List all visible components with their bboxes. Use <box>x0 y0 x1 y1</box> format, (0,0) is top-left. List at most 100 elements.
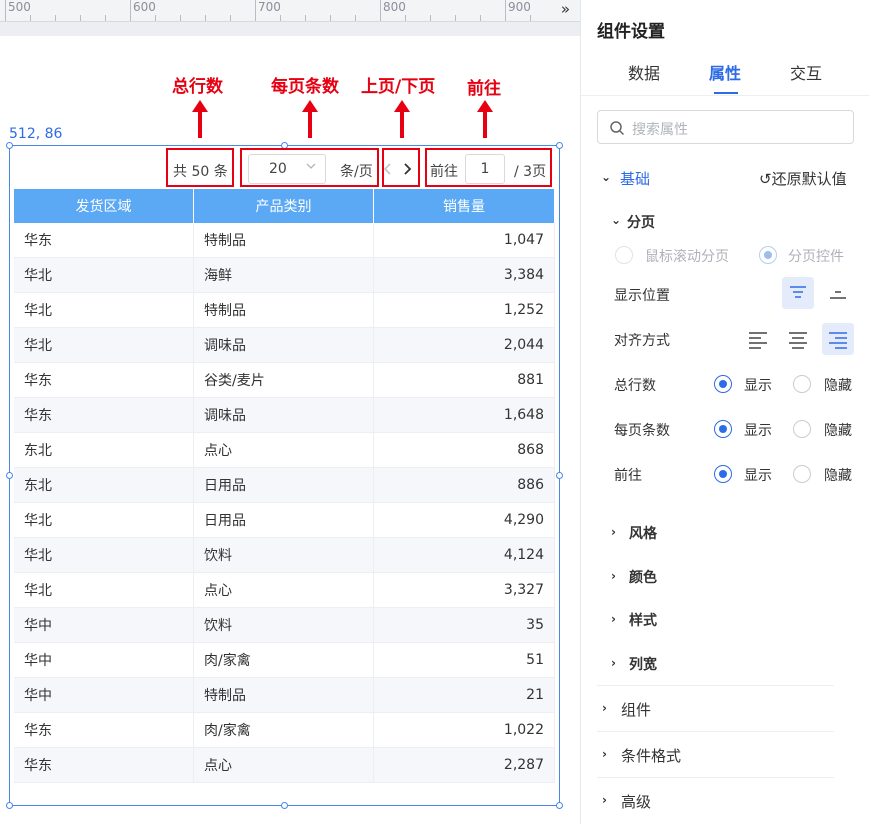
total-rows-label: 总行数 <box>614 378 656 394</box>
ruler-label-900: 900 <box>508 0 531 14</box>
subsection-paging[interactable]: 分页 <box>627 212 655 232</box>
table-cell: 35 <box>374 608 555 642</box>
ruler-label-800: 800 <box>383 0 406 14</box>
resize-handle[interactable] <box>281 802 288 809</box>
resize-handle[interactable] <box>556 472 563 479</box>
subsection-style[interactable]: 风格 <box>629 523 657 543</box>
table-cell: 4,124 <box>374 538 555 572</box>
chevron-right-icon[interactable]: › <box>611 525 616 539</box>
table-row[interactable]: 华东 肉/家禽 1,022 <box>14 713 555 748</box>
table-cell: 华北 <box>14 503 194 537</box>
radio-goto-hide[interactable] <box>793 465 811 483</box>
table-row[interactable]: 华北 日用品 4,290 <box>14 503 555 538</box>
table-row[interactable]: 华东 点心 2,287 <box>14 748 555 783</box>
next-page-icon[interactable] <box>402 162 412 180</box>
ruler-label-600: 600 <box>133 0 156 14</box>
resize-handle[interactable] <box>556 142 563 149</box>
total-pages: / 3页 <box>514 164 547 180</box>
radio-per-page-show[interactable] <box>714 420 732 438</box>
table-cell: 1,252 <box>374 293 555 327</box>
align-center-icon[interactable] <box>782 323 814 355</box>
table-row[interactable]: 华北 海鲜 3,384 <box>14 258 555 293</box>
chevron-right-icon[interactable]: › <box>602 793 607 807</box>
radio-total-rows-hide[interactable] <box>793 375 811 393</box>
double-chevron-right-icon[interactable]: » <box>561 0 570 18</box>
table-cell: 1,047 <box>374 223 555 257</box>
tab-properties[interactable]: 属性 <box>709 60 741 84</box>
table-cell: 调味品 <box>194 328 374 362</box>
radio-paging-control[interactable] <box>759 246 777 264</box>
table-cell: 881 <box>374 363 555 397</box>
reset-defaults-button[interactable]: ↺还原默认值 <box>759 168 847 189</box>
table-cell: 华北 <box>14 328 194 362</box>
pagination-total: 共 50 条 <box>173 164 228 180</box>
table-row[interactable]: 华北 特制品 1,252 <box>14 293 555 328</box>
page-size-value: 20 <box>269 161 287 177</box>
subsection-color[interactable]: 颜色 <box>629 567 657 587</box>
tab-interaction[interactable]: 交互 <box>790 60 822 84</box>
table-cell: 华东 <box>14 223 194 257</box>
annotation-prev-next: 上页/下页 <box>361 77 436 97</box>
table-row[interactable]: 华中 肉/家禽 51 <box>14 643 555 678</box>
table-header: 发货区域 产品类别 销售量 <box>14 189 555 223</box>
column-header[interactable]: 产品类别 <box>194 189 374 223</box>
radio-per-page-hide[interactable] <box>793 420 811 438</box>
table-row[interactable]: 华中 饮料 35 <box>14 608 555 643</box>
column-header[interactable]: 销售量 <box>374 189 555 223</box>
panel-title: 组件设置 <box>597 22 665 42</box>
resize-handle[interactable] <box>6 472 13 479</box>
radio-label-hide: 隐藏 <box>824 378 852 394</box>
align-top-icon[interactable] <box>782 277 814 309</box>
property-search[interactable]: 搜索属性 <box>597 110 854 144</box>
resize-handle[interactable] <box>556 802 563 809</box>
table-row[interactable]: 东北 点心 868 <box>14 433 555 468</box>
section-conditional-format[interactable]: 条件格式 <box>621 745 681 766</box>
chevron-right-icon[interactable]: › <box>611 612 616 626</box>
subsection-styles[interactable]: 样式 <box>629 610 657 630</box>
section-advanced[interactable]: 高级 <box>621 791 651 812</box>
table-row[interactable]: 华东 调味品 1,648 <box>14 398 555 433</box>
section-basic[interactable]: 基础 <box>620 168 650 189</box>
goto-option-label: 前往 <box>614 468 642 484</box>
align-left-icon[interactable] <box>742 323 774 355</box>
column-header[interactable]: 发货区域 <box>14 189 194 223</box>
table-row[interactable]: 华东 谷类/麦片 881 <box>14 363 555 398</box>
annotation-arrow <box>477 100 493 138</box>
design-canvas[interactable]: 500 600 700 800 900 » 总行数 每页条数 上页/下页 前往 … <box>0 0 580 824</box>
chevron-right-icon[interactable]: › <box>602 747 607 761</box>
table-row[interactable]: 华北 饮料 4,124 <box>14 538 555 573</box>
radio-total-rows-show[interactable] <box>714 375 732 393</box>
table-cell: 肉/家禽 <box>194 643 374 677</box>
table-cell: 饮料 <box>194 608 374 642</box>
goto-label: 前往 <box>430 164 458 180</box>
section-component[interactable]: 组件 <box>621 699 651 720</box>
chevron-down-icon[interactable]: ⌄ <box>611 213 621 227</box>
resize-handle[interactable] <box>6 802 13 809</box>
prev-page-icon[interactable] <box>383 162 393 180</box>
table-cell: 点心 <box>194 748 374 782</box>
subsection-column-width[interactable]: 列宽 <box>629 654 657 674</box>
chevron-down-icon[interactable]: ⌄ <box>601 170 611 184</box>
radio-goto-show[interactable] <box>714 465 732 483</box>
table-row[interactable]: 华北 调味品 2,044 <box>14 328 555 363</box>
goto-page-input[interactable] <box>465 154 505 184</box>
chevron-right-icon[interactable]: › <box>602 701 607 715</box>
resize-handle[interactable] <box>6 142 13 149</box>
page-size-select[interactable]: 20 <box>248 154 326 184</box>
radio-scroll-paging[interactable] <box>615 246 633 264</box>
radio-label-show: 显示 <box>744 378 772 394</box>
table-cell: 4,290 <box>374 503 555 537</box>
table-row[interactable]: 华中 特制品 21 <box>14 678 555 713</box>
tab-data[interactable]: 数据 <box>628 60 660 84</box>
chevron-right-icon[interactable]: › <box>611 656 616 670</box>
align-right-icon[interactable] <box>822 323 854 355</box>
data-table: 发货区域 产品类别 销售量 华东 特制品 1,047 华北 海鲜 3,384 华北 特制品 1,… <box>14 189 555 783</box>
undo-icon: ↺ <box>759 170 772 188</box>
table-row[interactable]: 华北 点心 3,327 <box>14 573 555 608</box>
table-row[interactable]: 华东 特制品 1,047 <box>14 223 555 258</box>
chevron-right-icon[interactable]: › <box>611 569 616 583</box>
panel-tabs: 数据 属性 交互 <box>581 56 869 96</box>
ruler-label-500: 500 <box>8 0 31 14</box>
table-row[interactable]: 东北 日用品 886 <box>14 468 555 503</box>
align-bottom-icon[interactable] <box>822 277 854 309</box>
